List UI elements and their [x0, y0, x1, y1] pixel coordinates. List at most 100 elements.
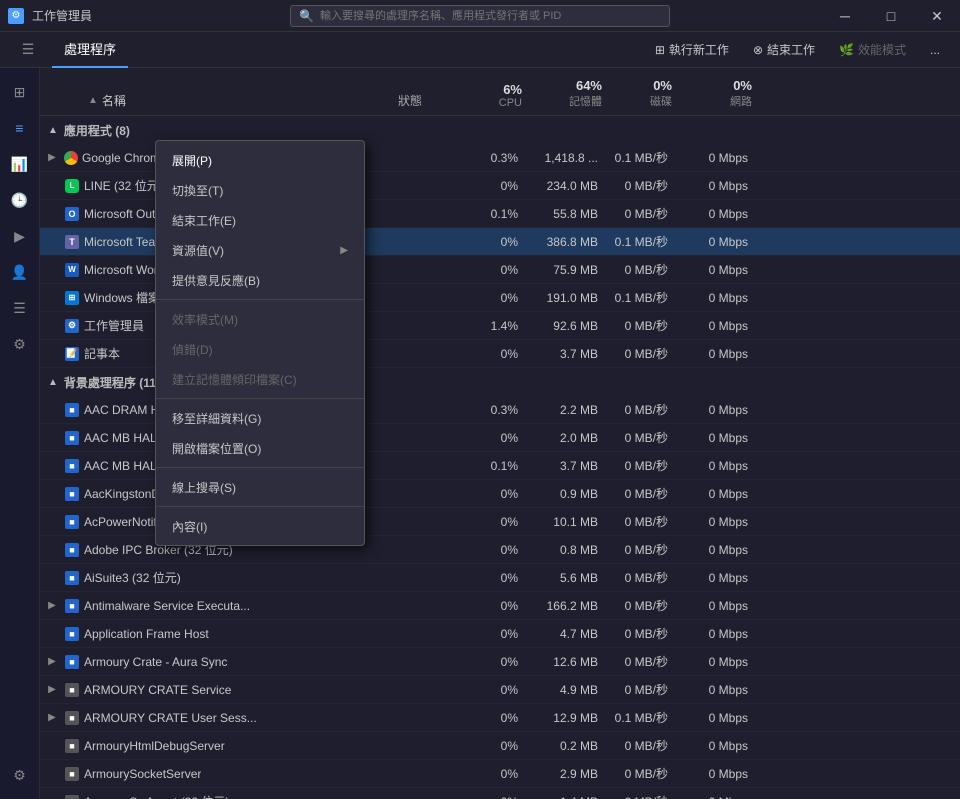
- cpu-cell: 0%: [460, 431, 530, 445]
- efficiency-mode-button[interactable]: 🌿 效能模式: [831, 37, 914, 62]
- col-header-name[interactable]: ▲ 名稱: [40, 92, 360, 115]
- process-name: Google Chrome: [82, 151, 167, 165]
- net-cell: 0 Mbps: [680, 263, 760, 277]
- expand-icon[interactable]: ▶: [44, 654, 60, 670]
- table-row[interactable]: ■ AiSuite3 (32 位元) 0% 5.6 MB 0 MB/秒 0 Mb…: [40, 564, 960, 592]
- sidebar-icon-home[interactable]: ⊞: [4, 76, 36, 108]
- table-row[interactable]: ▶ ■ ARMOURY CRATE Service 0% 4.9 MB 0 MB…: [40, 676, 960, 704]
- col-header-status[interactable]: 狀態: [360, 92, 460, 115]
- table-row[interactable]: ■ ArmourySwAgent (32 位元) 0% 1.4 MB 0 MB/…: [40, 788, 960, 799]
- disk-cell: 0 MB/秒: [610, 513, 680, 530]
- table-row[interactable]: ■ Application Frame Host 0% 4.7 MB 0 MB/…: [40, 620, 960, 648]
- more-button[interactable]: ...: [922, 39, 948, 61]
- table-row[interactable]: ▶ ■ ARMOURY CRATE User Sess... 0% 12.9 M…: [40, 704, 960, 732]
- col-header-memory[interactable]: 64% 記憶體: [530, 78, 610, 115]
- expand-icon[interactable]: [44, 206, 60, 222]
- ctx-debug: 偵錯(D): [156, 334, 364, 364]
- process-icon: ■: [64, 542, 80, 558]
- sidebar-icon-services[interactable]: ⚙: [4, 328, 36, 360]
- net-cell: 0 Mbps: [680, 543, 760, 557]
- hamburger-menu[interactable]: ☰: [12, 34, 44, 66]
- search-bar[interactable]: 🔍: [290, 5, 670, 27]
- expand-icon[interactable]: ▶: [44, 598, 60, 614]
- mem-cell: 10.1 MB: [530, 515, 610, 529]
- expand-icon[interactable]: [44, 234, 60, 250]
- net-cell: 0 Mbps: [680, 151, 760, 165]
- app-icon: ⚙: [8, 8, 24, 24]
- expand-icon[interactable]: [44, 318, 60, 334]
- disk-cell: 0 MB/秒: [610, 485, 680, 502]
- cpu-cell: 0.3%: [460, 403, 530, 417]
- sidebar-icon-processes[interactable]: ≡: [4, 112, 36, 144]
- mem-cell: 234.0 MB: [530, 179, 610, 193]
- ctx-properties[interactable]: 內容(I): [156, 511, 364, 541]
- expand-icon: [44, 626, 60, 642]
- expand-icon[interactable]: [44, 290, 60, 306]
- ctx-open-location[interactable]: 開啟檔案位置(O): [156, 433, 364, 463]
- table-row[interactable]: ▶ ■ Antimalware Service Executa... 0% 16…: [40, 592, 960, 620]
- table-row[interactable]: ▶ ■ Armoury Crate - Aura Sync 0% 12.6 MB…: [40, 648, 960, 676]
- window-controls: ─ □ ✕: [822, 0, 960, 32]
- cpu-cell: 0%: [460, 795, 530, 799]
- process-name: 工作管理員: [84, 317, 144, 334]
- net-cell: 0 Mbps: [680, 459, 760, 473]
- sidebar-icon-startup[interactable]: ▶: [4, 220, 36, 252]
- mem-cell: 0.2 MB: [530, 739, 610, 753]
- ctx-open-location-label: 開啟檔案位置(O): [172, 440, 261, 457]
- expand-icon[interactable]: ▶: [44, 710, 60, 726]
- mem-cell: 166.2 MB: [530, 599, 610, 613]
- tab-processes[interactable]: 處理程序: [52, 32, 128, 68]
- end-task-button[interactable]: ⊗ 結束工作: [745, 37, 823, 62]
- app-title: 工作管理員: [32, 7, 92, 24]
- mem-cell: 12.6 MB: [530, 655, 610, 669]
- net-cell: 0 Mbps: [680, 739, 760, 753]
- mem-cell: 4.9 MB: [530, 683, 610, 697]
- title-bar: ⚙ 工作管理員 🔍 ─ □ ✕: [0, 0, 960, 32]
- col-name-label: 名稱: [102, 92, 126, 109]
- sidebar-icon-details[interactable]: ☰: [4, 292, 36, 324]
- table-row[interactable]: ■ ArmouryHtmlDebugServer 0% 0.2 MB 0 MB/…: [40, 732, 960, 760]
- disk-cell: 0 MB/秒: [610, 541, 680, 558]
- net-cell: 0 Mbps: [680, 795, 760, 799]
- new-task-button[interactable]: ⊞ 執行新工作: [647, 37, 737, 62]
- expand-icon[interactable]: ▶: [44, 150, 60, 166]
- ctx-efficiency: 效率模式(M): [156, 304, 364, 334]
- cpu-cell: 0%: [460, 767, 530, 781]
- ctx-switch[interactable]: 切換至(T): [156, 175, 364, 205]
- sidebar-icon-performance[interactable]: 📊: [4, 148, 36, 180]
- col-header-cpu[interactable]: 6% CPU: [460, 82, 530, 115]
- expand-icon[interactable]: [44, 262, 60, 278]
- process-icon: ⊞: [64, 290, 80, 306]
- sidebar-icon-history[interactable]: 🕒: [4, 184, 36, 216]
- process-name: ArmourySocketServer: [84, 767, 201, 781]
- submenu-arrow-icon: ▶: [340, 245, 348, 256]
- ctx-switch-label: 切換至(T): [172, 182, 223, 199]
- col-header-network[interactable]: 0% 網路: [680, 78, 760, 115]
- net-cell: 0 Mbps: [680, 571, 760, 585]
- ctx-feedback[interactable]: 提供意見反應(B): [156, 265, 364, 295]
- ctx-end-task[interactable]: 結束工作(E): [156, 205, 364, 235]
- ctx-goto-detail[interactable]: 移至詳細資料(G): [156, 403, 364, 433]
- process-icon: ⚙: [64, 318, 80, 334]
- net-cell: 0 Mbps: [680, 487, 760, 501]
- minimize-button[interactable]: ─: [822, 0, 868, 32]
- sidebar-icon-users[interactable]: 👤: [4, 256, 36, 288]
- ctx-expand[interactable]: 展開(P): [156, 145, 364, 175]
- sidebar-icon-settings[interactable]: ⚙: [4, 759, 36, 791]
- ctx-divider-1: [156, 299, 364, 300]
- maximize-button[interactable]: □: [868, 0, 914, 32]
- context-menu: 展開(P) 切換至(T) 結束工作(E) 資源值(V) ▶ 提供意見反應(B) …: [155, 140, 365, 546]
- process-name: ArmouryHtmlDebugServer: [84, 739, 225, 753]
- ctx-resource[interactable]: 資源值(V) ▶: [156, 235, 364, 265]
- search-input[interactable]: [320, 10, 661, 22]
- expand-icon[interactable]: [44, 346, 60, 362]
- main-layout: ⊞ ≡ 📊 🕒 ▶ 👤 ☰ ⚙ ⚙ ▲ 名稱 狀態 6% CPU: [0, 68, 960, 799]
- ctx-search-online[interactable]: 線上搜尋(S): [156, 472, 364, 502]
- mem-cell: 3.7 MB: [530, 347, 610, 361]
- col-header-disk[interactable]: 0% 磁碟: [610, 78, 680, 115]
- close-button[interactable]: ✕: [914, 0, 960, 32]
- table-row[interactable]: ■ ArmourySocketServer 0% 2.9 MB 0 MB/秒 0…: [40, 760, 960, 788]
- expand-icon[interactable]: [44, 178, 60, 194]
- expand-icon[interactable]: ▶: [44, 682, 60, 698]
- ctx-debug-label: 偵錯(D): [172, 341, 213, 358]
